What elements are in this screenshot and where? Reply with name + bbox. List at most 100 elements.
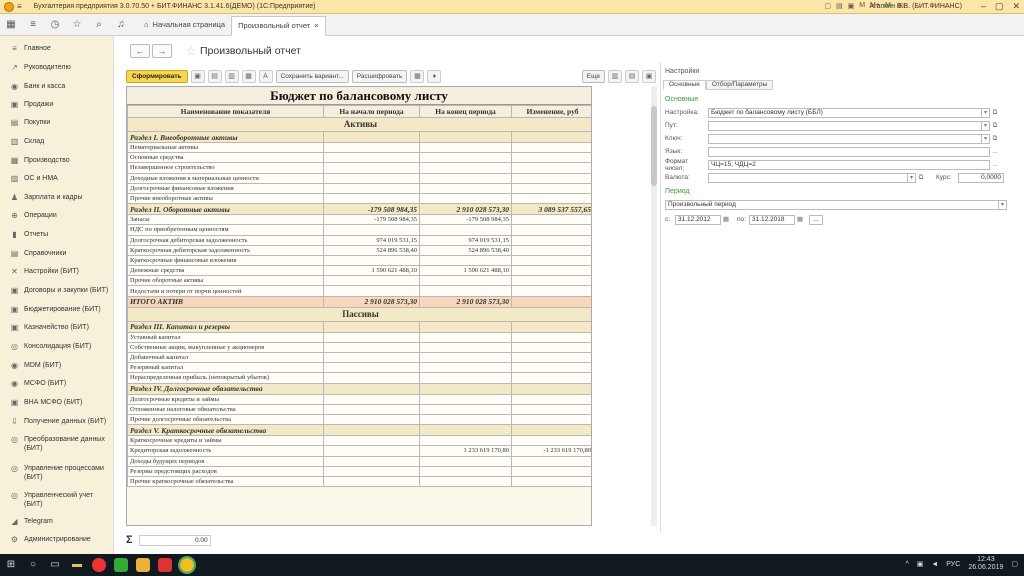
value-cell[interactable] [323,182,420,194]
value-cell[interactable] [419,275,512,287]
memory-icon[interactable]: M [859,2,865,10]
sidebar-item[interactable]: ✕ Настройки (БИТ) [0,267,114,276]
open-icon[interactable]: ⧉ [916,173,926,183]
value-cell[interactable] [511,214,591,226]
value-cell[interactable] [419,465,512,477]
value-cell[interactable] [511,475,591,488]
sidebar-item[interactable]: ◎ Консолидация (БИТ) [0,342,114,351]
value-cell[interactable] [511,244,591,256]
menu-icon[interactable]: ≡ [17,2,22,11]
value-cell[interactable] [511,234,591,246]
font-size-icon[interactable]: A [258,69,273,83]
pin-icon[interactable]: ♦ [427,69,442,83]
sidebar-item[interactable]: ◎ Управленческий учет (БИТ) [0,491,114,509]
sidebar-item[interactable]: ▤ Покупки [0,118,114,127]
value-cell[interactable]: 1 590 621 488,10 [323,265,420,277]
value-cell[interactable] [511,295,591,308]
sidebar-item[interactable]: ▣ Продажи [0,100,114,109]
value-cell[interactable] [323,285,420,297]
tab-home[interactable]: ⌂ Начальная страница [138,15,231,35]
language-indicator[interactable]: РУС [946,561,960,568]
value-cell[interactable] [323,320,420,333]
value-cell[interactable]: 1 590 621 488,10 [419,265,512,277]
value-cell[interactable] [323,403,420,415]
notification-icon[interactable]: ♫ [110,19,132,30]
value-cell[interactable] [419,331,512,343]
value-cell[interactable] [323,141,420,154]
value-cell[interactable] [511,265,591,277]
value-cell[interactable] [323,275,420,287]
dropdown-icon[interactable]: ▾ [982,107,990,118]
value-cell[interactable] [419,285,512,297]
from-date-field[interactable]: 31.12.2012 [675,214,721,225]
more-button[interactable]: Еще [581,69,605,83]
row-label-cell[interactable]: ИТОГО АКТИВ [127,295,324,308]
row-label-cell[interactable]: Недостачи и потери от порчи ценностей [127,285,324,297]
row-label-cell[interactable]: Долгосрочные кредиты и займы [127,393,324,405]
value-cell[interactable] [419,435,512,447]
sidebar-item[interactable]: ◢ Telegram [0,517,114,526]
sidebar-item[interactable]: ⇩ Получение данных (БИТ) [0,417,114,426]
calendar-icon[interactable]: ▦ [795,215,805,225]
app-1c-active-icon[interactable] [178,556,196,574]
value-cell[interactable] [323,445,420,457]
sidebar-item[interactable]: ◉ Банк и касса [0,82,114,91]
dropdown-icon[interactable]: ▾ [982,120,990,131]
history-icon[interactable]: ◷ [44,19,66,30]
value-cell[interactable] [323,372,420,384]
sidebar-item[interactable]: ▣ Договоры и закупки (БИТ) [0,286,114,295]
value-cell[interactable] [323,162,420,174]
close-icon[interactable]: ✕ [1012,1,1020,12]
grid-icon[interactable]: ▦ [410,69,425,83]
sidebar-item[interactable]: ↗ Руководителю [0,63,114,72]
value-cell[interactable] [323,424,420,437]
row-label-cell[interactable]: Резервы предстоящих расходов [127,465,324,477]
value-cell[interactable]: -1 233 619 170,80 [511,445,591,457]
currency-field[interactable] [708,172,908,183]
value-cell[interactable] [419,254,512,267]
row-label-cell[interactable]: НДС по приобретенным ценностям [127,224,324,236]
value-cell[interactable] [511,224,591,236]
value-cell[interactable]: 2 910 028 573,30 [323,295,420,308]
value-cell[interactable] [511,424,591,437]
sidebar-item[interactable]: ▦ Производство [0,156,114,165]
row-label-cell[interactable]: Запасы [127,214,324,226]
dropdown-icon[interactable]: ▾ [982,133,990,144]
value-cell[interactable]: -179 508 984,35 [323,203,420,216]
row-label-cell[interactable]: Собственные акции, выкупленные у акционе… [127,341,324,354]
value-cell[interactable] [511,465,591,477]
row-label-cell[interactable]: Нематериальные активы [127,141,324,154]
row-label-cell[interactable]: Незавершенное строительство [127,162,324,174]
open-icon[interactable]: ⧉ [990,108,1000,118]
scrollbar-thumb[interactable] [651,106,657,186]
key-field[interactable] [708,133,982,144]
row-label-cell[interactable]: Добавочный капитал [127,351,324,364]
save-icon[interactable]: ▤ [207,69,222,83]
value-cell[interactable] [323,152,420,164]
row-label-cell[interactable]: Доходы будущих периодов [127,455,324,467]
sidebar-item[interactable]: ◎ Управление процессами (БИТ) [0,464,114,482]
tray-up-icon[interactable]: ^ [905,561,908,568]
value-cell[interactable] [323,382,420,395]
period-select[interactable]: Произвольный период [665,199,999,210]
value-cell[interactable] [419,172,512,184]
dropdown-icon[interactable]: ▾ [999,199,1007,210]
value-cell[interactable] [419,362,512,374]
value-cell[interactable] [323,224,420,236]
forward-button[interactable]: → [152,44,172,58]
tab-report[interactable]: Произвольный отчет × [231,15,326,36]
sidebar-item[interactable]: ◎ Преобразование данных (БИТ) [0,435,114,453]
clip-icon[interactable]: ▣ [848,2,855,10]
minimize-icon[interactable]: – [981,1,986,12]
decode-button[interactable]: Расшифровать [351,69,408,83]
value-cell[interactable] [419,403,512,415]
favorite-star-icon[interactable]: ☆ [186,44,197,58]
back-button[interactable]: ← [130,44,150,58]
search-icon[interactable]: ⌕ [88,19,110,30]
value-cell[interactable]: 524 896 538,40 [323,244,420,256]
vertical-scrollbar[interactable] [651,86,657,526]
tab-main-settings[interactable]: Основные [663,80,706,90]
to-date-field[interactable]: 31.12.2018 [749,214,795,225]
value-cell[interactable]: 524 896 538,40 [419,244,512,256]
value-cell[interactable] [323,393,420,405]
